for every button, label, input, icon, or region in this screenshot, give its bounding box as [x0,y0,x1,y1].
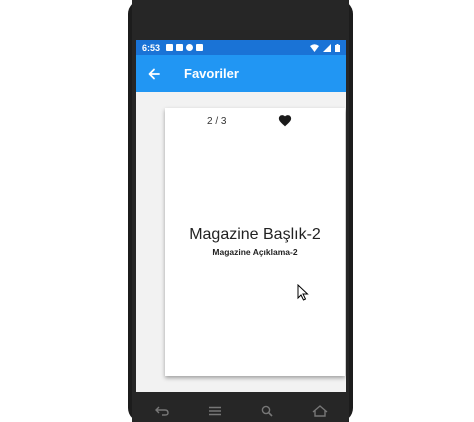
arrow-left-icon [148,68,160,79]
signal-icon [323,43,331,52]
back-icon [155,406,169,416]
sim-icon [196,44,204,51]
status-icons-right [310,43,340,52]
system-nav-bar [136,400,346,422]
wifi-icon [310,43,319,52]
sync-icon [186,44,194,51]
search-icon [261,405,273,417]
nav-back-button[interactable] [154,404,170,418]
gallery-icon [176,44,184,51]
favorites-content: 2 / 3 Magazine Başlık-2 Magazine Açıklam… [136,92,346,392]
nav-menu-button[interactable] [207,404,223,418]
page-counter: 2 / 3 [207,116,227,127]
back-button[interactable] [142,62,166,86]
home-icon [312,405,328,417]
app-bar: Favoriler [136,55,346,92]
battery-icon [335,43,340,52]
status-bar: 6:53 [136,40,346,55]
page-title: Favoriler [184,66,239,81]
menu-icon [208,406,221,416]
heart-icon [278,115,292,127]
nav-search-button[interactable] [259,404,275,418]
magazine-description: Magazine Açıklama-2 [212,247,298,257]
status-time: 6:53 [142,42,161,53]
magazine-card[interactable]: 2 / 3 Magazine Başlık-2 Magazine Açıklam… [165,108,345,376]
lock-icon [166,44,174,51]
magazine-title: Magazine Başlık-2 [189,226,321,243]
mouse-cursor-icon [297,284,309,301]
status-icons-left [166,44,204,51]
device-screen: 6:53 Favoriler 2 / 3 Magazine Başlık-2 M… [136,40,346,392]
favorite-button[interactable] [278,114,294,130]
nav-home-button[interactable] [312,404,328,418]
